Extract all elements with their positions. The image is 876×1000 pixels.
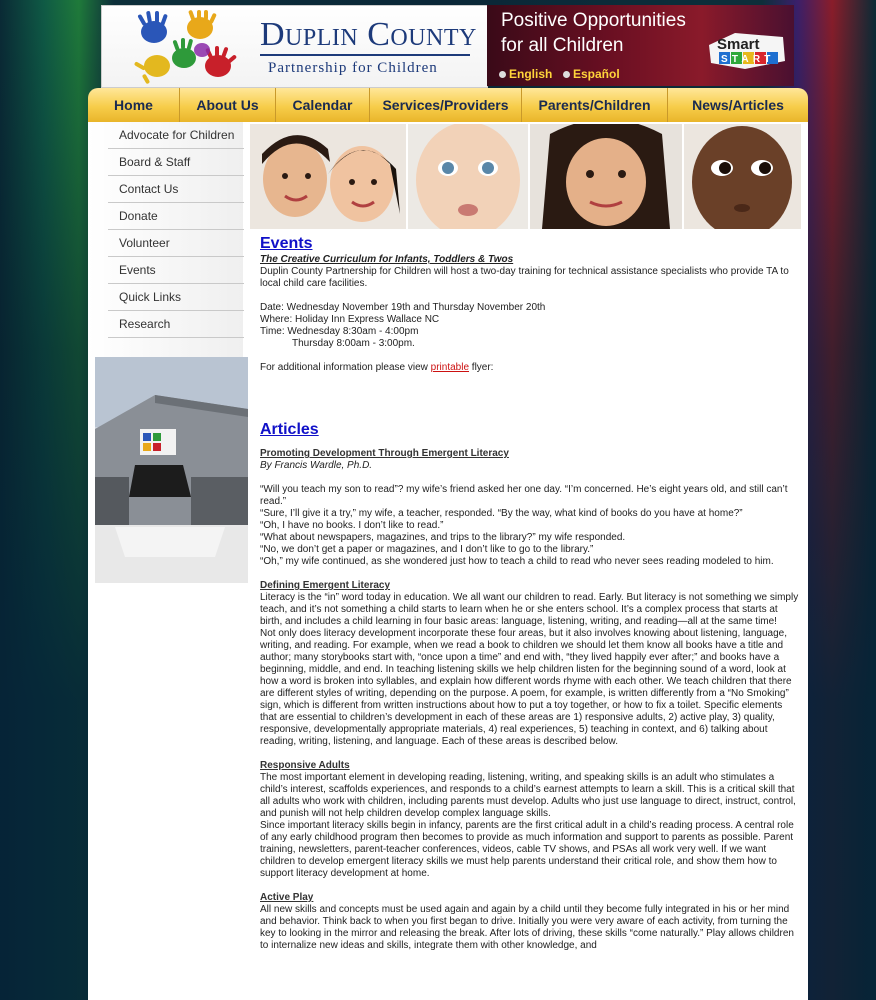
photo-girl	[530, 124, 682, 229]
sidebar-item-research[interactable]: Research	[108, 311, 244, 338]
tagline-line-1: Positive Opportunities	[501, 10, 686, 31]
article-quote-6: “Oh,” my wife continued, as she wondered…	[260, 556, 774, 567]
article-quote-5: “No, we don’t get a paper or magazines, …	[260, 544, 594, 555]
section-paragraph: All new skills and concepts must be used…	[260, 904, 794, 951]
articles-heading[interactable]: Articles	[260, 422, 800, 438]
header-banner: Positive Opportunities for all Children …	[487, 5, 794, 86]
sidebar-item-events[interactable]: Events	[108, 257, 244, 284]
section-title-active-play: Active Play	[260, 892, 314, 903]
language-english-label[interactable]: English	[509, 67, 552, 81]
section-paragraph: Not only does literacy development incor…	[260, 628, 792, 747]
article-quote-2: “Sure, I’ll give it a try,” my wife, a t…	[260, 508, 743, 519]
photo-toddler	[684, 124, 801, 229]
photo-two-children	[250, 124, 406, 229]
main-content: Events The Creative Curriculum for Infan…	[260, 234, 800, 952]
section-paragraph: Since important literacy skills begin in…	[260, 820, 794, 879]
event-info-suffix: flyer:	[469, 362, 494, 373]
event-description: Duplin County Partnership for Children w…	[260, 266, 789, 289]
section-title-responsive-adults: Responsive Adults	[260, 760, 350, 771]
smart-text: Smart	[717, 36, 760, 53]
section-paragraph: The most important element in developing…	[260, 772, 796, 819]
sidebar-item-contact-us[interactable]: Contact Us	[108, 176, 244, 203]
article-author: By Francis Wardle, Ph.D.	[260, 460, 373, 471]
article-title: Promoting Development Through Emergent L…	[260, 448, 509, 459]
page-wrapper: Duplin County Partnership for Children P…	[88, 0, 808, 1000]
article-quote-3: “Oh, I have no books. I don’t like to re…	[260, 520, 444, 531]
event-location: Where: Holiday Inn Express Wallace NC	[260, 314, 440, 325]
sidebar-nav: Advocate for Children Board & Staff Cont…	[108, 122, 244, 338]
printable-flyer-link[interactable]: printable	[431, 362, 469, 373]
nav-calendar[interactable]: Calendar	[276, 88, 370, 122]
event-date: Date: Wednesday November 19th and Thursd…	[260, 302, 546, 313]
nav-parents-children[interactable]: Parents/Children	[522, 88, 668, 122]
language-espanol[interactable]: Español	[563, 67, 620, 81]
building-photo	[95, 357, 248, 583]
sidebar-item-donate[interactable]: Donate	[108, 203, 244, 230]
nav-about-us[interactable]: About Us	[180, 88, 276, 122]
section-title-emergent-literacy: Defining Emergent Literacy	[260, 580, 391, 591]
site-logo[interactable]: Duplin County Partnership for Children	[101, 5, 488, 88]
logo-divider	[260, 54, 470, 56]
handprints-logo-icon	[134, 10, 237, 84]
start-text: START	[721, 54, 775, 65]
children-photo-strip	[250, 124, 802, 229]
event-time-1: Time: Wednesday 8:30am - 4:00pm	[260, 326, 419, 337]
event-title: The Creative Curriculum for Infants, Tod…	[260, 254, 514, 265]
language-espanol-label[interactable]: Español	[573, 67, 620, 81]
section-paragraph: Literacy is the “in” word today in educa…	[260, 592, 799, 627]
logo-title: Duplin County	[260, 16, 477, 53]
event-info: For additional information please view p…	[260, 362, 800, 374]
event-info-text: For additional information please view	[260, 362, 431, 373]
nav-news-articles[interactable]: News/Articles	[668, 88, 808, 122]
nav-home[interactable]: Home	[88, 88, 180, 122]
radio-icon[interactable]	[563, 70, 570, 78]
sidebar-item-volunteer[interactable]: Volunteer	[108, 230, 244, 257]
radio-icon[interactable]	[499, 70, 506, 78]
sidebar-item-quick-links[interactable]: Quick Links	[108, 284, 244, 311]
article-quote-1: “Will you teach my son to read”? my wife…	[260, 484, 788, 507]
article-quote-4: “What about newspapers, magazines, and t…	[260, 532, 626, 543]
tagline-line-2: for all Children	[501, 35, 624, 56]
language-english[interactable]: English	[499, 67, 552, 81]
tagline: Positive Opportunities for all Children	[501, 8, 686, 58]
smart-start-logo-icon[interactable]: Smart START	[705, 27, 787, 71]
events-heading[interactable]: Events	[260, 236, 800, 252]
content-panel: Advocate for Children Board & Staff Cont…	[88, 122, 808, 1000]
nav-services-providers[interactable]: Services/Providers	[370, 88, 522, 122]
sidebar-item-advocate[interactable]: Advocate for Children	[108, 122, 244, 149]
event-time-2: Thursday 8:00am - 3:00pm.	[292, 338, 415, 349]
logo-subtitle: Partnership for Children	[268, 60, 438, 76]
photo-baby	[408, 124, 528, 229]
sidebar-item-board-staff[interactable]: Board & Staff	[108, 149, 244, 176]
main-nav: Home About Us Calendar Services/Provider…	[88, 88, 808, 122]
